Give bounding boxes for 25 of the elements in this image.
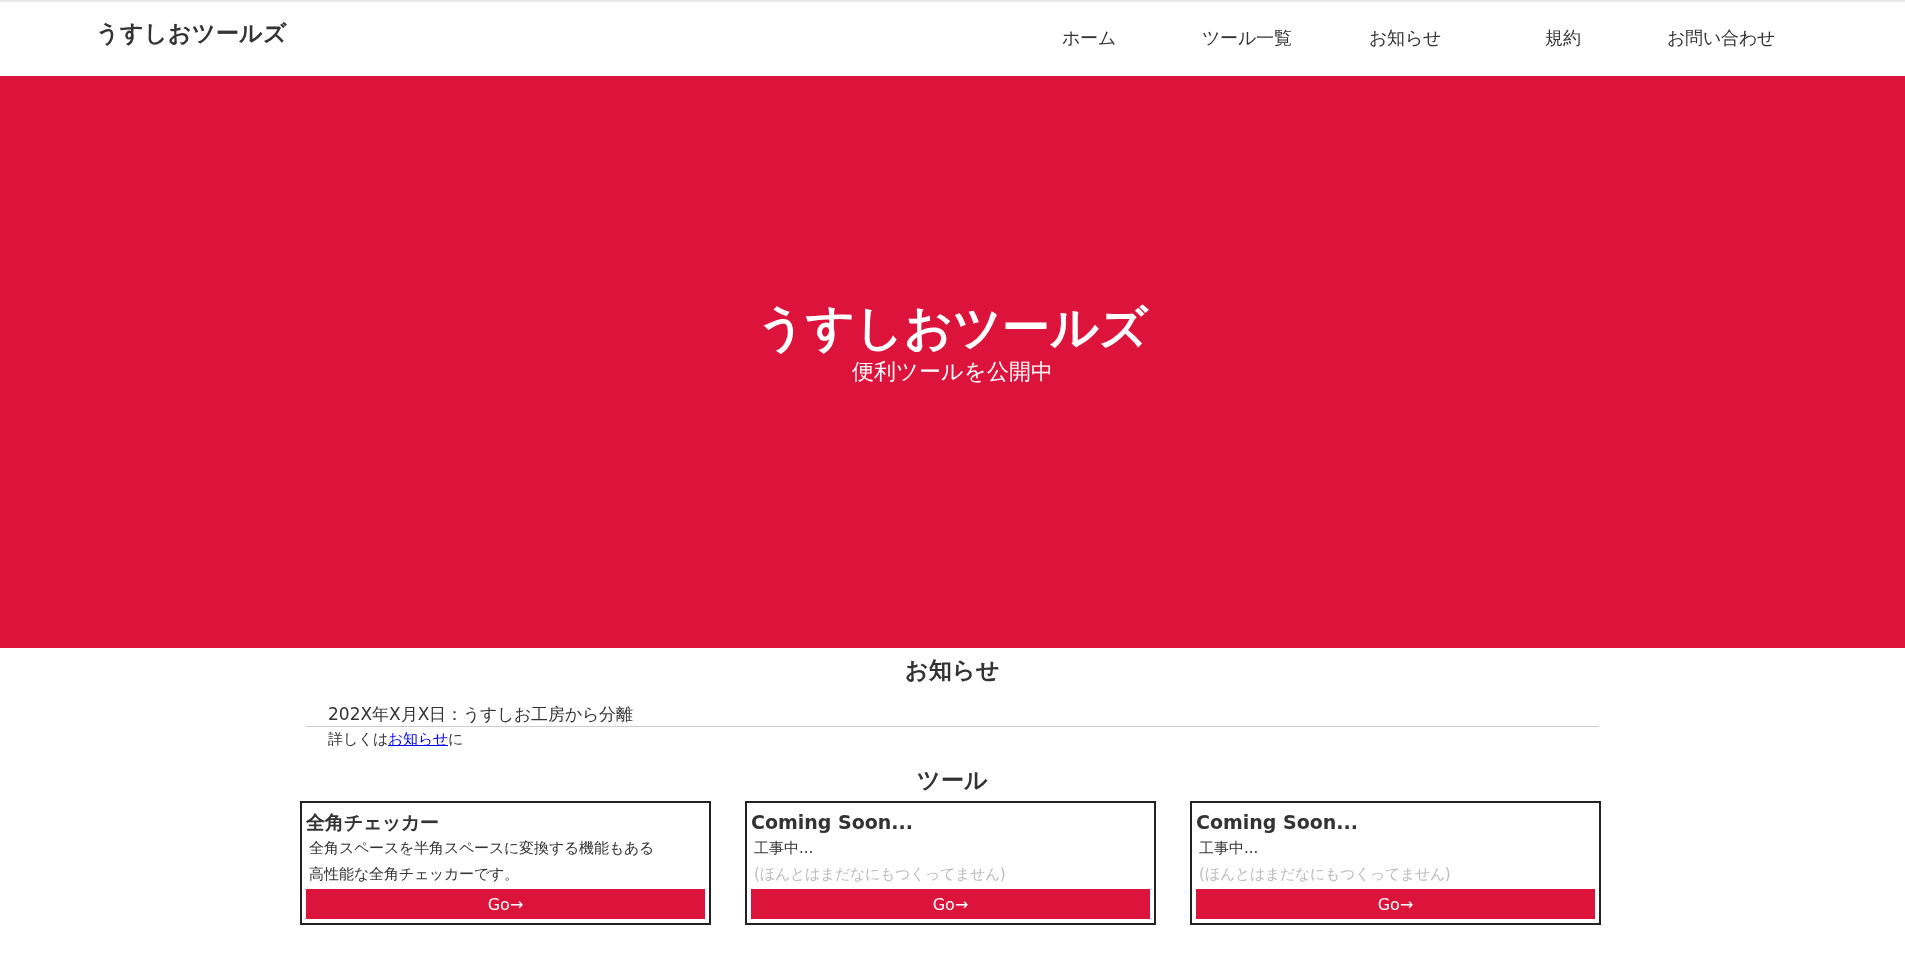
nav-link[interactable]: お知らせ [1326,26,1484,50]
go-button[interactable]: Go→ [1196,889,1595,919]
go-button[interactable]: Go→ [306,889,705,919]
card-description: 工事中... [1198,838,1260,859]
hero-subtitle: 便利ツールを公開中 [852,358,1053,386]
notice-detail-text: 詳しくはお知らせに [327,729,464,750]
card-note: (ほんとはまだなにもつくってません) [1198,864,1452,885]
card-description: 全角スペースを半角スペースに変換する機能もある [308,838,655,859]
nav-link[interactable]: ホーム [1010,26,1168,50]
card-title: Coming Soon... [751,810,915,835]
hero-title: うすしおツールズ [757,298,1148,357]
card-description: 工事中... [753,838,815,859]
site-logo[interactable]: うすしおツールズ [96,17,287,49]
nav-link[interactable]: ツール一覧 [1168,26,1326,50]
card-description: 高性能な全角チェッカーです。 [308,864,520,885]
card-title: Coming Soon... [1196,810,1360,835]
nav-link[interactable]: お問い合わせ [1642,26,1800,50]
notice-item: 202X年X月X日：うすしお工房から分離 [306,702,1599,727]
card-title: 全角チェッカー [306,810,440,835]
section-heading: お知らせ [904,656,1001,685]
nav-link[interactable]: 規約 [1484,26,1642,50]
section-heading: ツール [916,766,989,795]
notice-link[interactable]: お知らせ [388,730,448,748]
card-note: (ほんとはまだなにもつくってません) [753,864,1007,885]
go-button[interactable]: Go→ [751,889,1150,919]
